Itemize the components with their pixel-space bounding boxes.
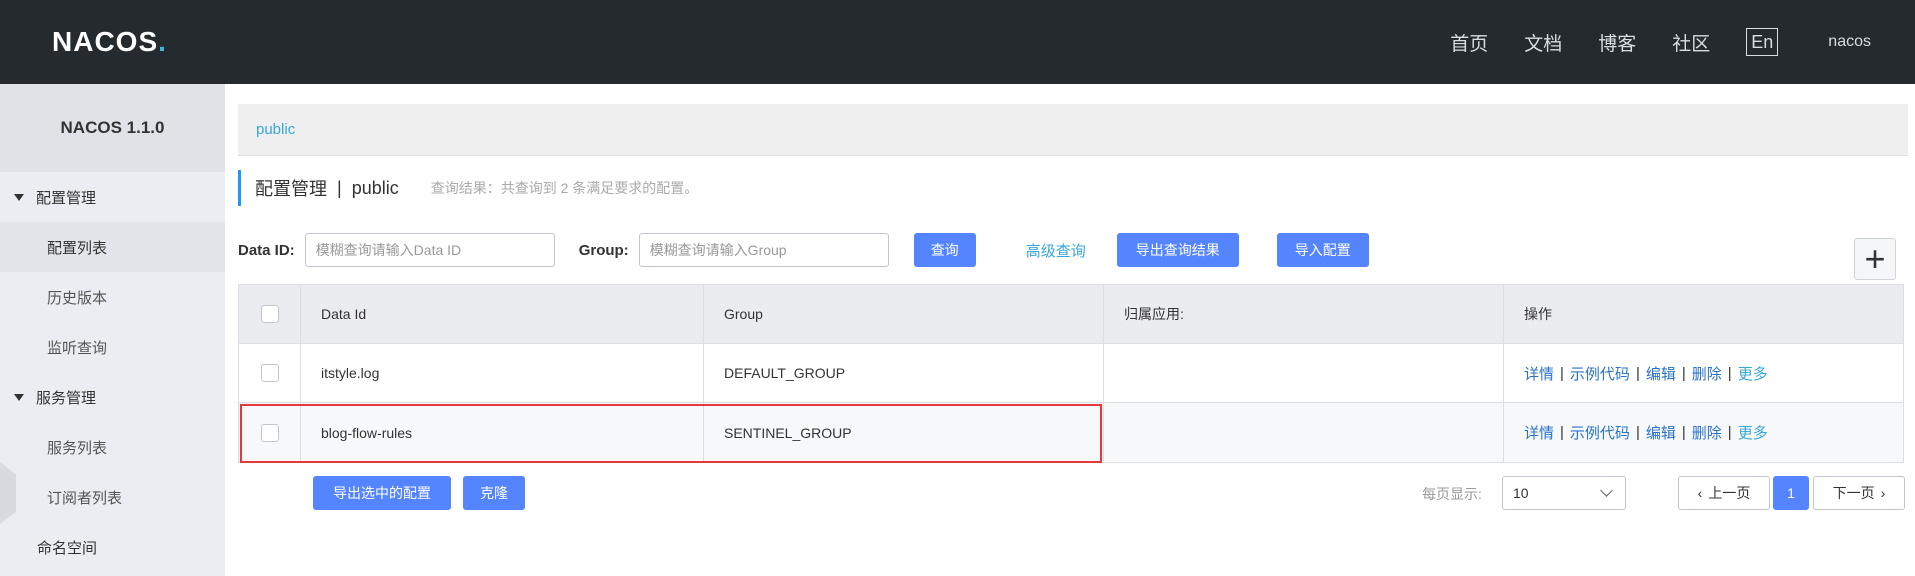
more-link[interactable]: 更多 (1738, 422, 1768, 443)
caret-down-icon (14, 193, 24, 201)
edit-link[interactable]: 编辑 (1646, 422, 1676, 443)
details-link[interactable]: 详情 (1524, 363, 1554, 384)
table-header: Data Id Group 归属应用: 操作 (239, 285, 1903, 344)
cell-data-id: blog-flow-rules (301, 403, 704, 462)
next-page-button[interactable]: 下一页 › (1813, 476, 1905, 510)
page-1-button[interactable]: 1 (1773, 476, 1809, 510)
page-size-select[interactable]: 10 (1502, 476, 1626, 510)
sidebar-item-namespace[interactable]: 命名空间 (0, 522, 225, 572)
sidebar-group-config[interactable]: 配置管理 (0, 172, 225, 222)
nav-blog[interactable]: 博客 (1598, 29, 1636, 56)
top-header: NACOS. 首页 文档 博客 社区 En nacos (0, 0, 1915, 84)
logo-dot: . (158, 26, 167, 57)
more-link[interactable]: 更多 (1738, 363, 1768, 384)
sidebar: NACOS 1.1.0 配置管理 配置列表 历史版本 监听查询 服务管理 服务列… (0, 84, 225, 576)
delete-link[interactable]: 删除 (1692, 422, 1722, 443)
chevron-down-icon (1600, 484, 1613, 497)
chevron-right-icon: › (1880, 485, 1886, 501)
row-checkbox-cell (239, 403, 301, 462)
sidebar-group-label: 服务管理 (36, 389, 97, 407)
import-config-button[interactable]: 导入配置 (1276, 233, 1369, 267)
query-button[interactable]: 查询 (913, 233, 976, 267)
nav-community[interactable]: 社区 (1672, 29, 1710, 56)
sidebar-item-service-list[interactable]: 服务列表 (0, 422, 225, 472)
edit-link[interactable]: 编辑 (1646, 363, 1676, 384)
row-checkbox[interactable] (260, 364, 279, 382)
cell-app (1104, 344, 1504, 402)
chevron-left-icon: ‹ (1697, 485, 1703, 501)
nav-home[interactable]: 首页 (1450, 29, 1488, 56)
table-row: blog-flow-rules SENTINEL_GROUP 详情 | 示例代码 | 编… (239, 403, 1903, 462)
details-link[interactable]: 详情 (1524, 422, 1554, 443)
query-result-text: 查询结果：共查询到 2 条满足要求的配置。 (430, 180, 699, 196)
namespace-tab-public[interactable]: public (256, 121, 295, 138)
column-header-app: 归属应用: (1104, 285, 1504, 343)
cell-app (1104, 403, 1504, 462)
column-header-ops: 操作 (1524, 306, 1552, 322)
config-table: Data Id Group 归属应用: 操作 itstyle.log DEFAU… (238, 284, 1904, 463)
sidebar-item-listener[interactable]: 监听查询 (0, 322, 225, 372)
page-title-namespace: public (351, 177, 399, 198)
page-title-separator: | (337, 177, 342, 198)
cell-data-id: itstyle.log (301, 344, 704, 402)
header-checkbox-cell (239, 285, 301, 343)
page-title-text: 配置管理 (255, 179, 327, 199)
page-size-value: 10 (1513, 485, 1529, 501)
select-all-checkbox[interactable] (260, 305, 279, 323)
column-header-data-id: Data Id (301, 285, 704, 343)
nav-docs[interactable]: 文档 (1524, 29, 1562, 56)
cell-ops: 详情 | 示例代码 | 编辑 | 删除 | 更多 (1524, 363, 1768, 384)
caret-down-icon (14, 393, 24, 401)
export-results-button[interactable]: 导出查询结果 (1116, 233, 1239, 267)
add-config-button[interactable]: + (1854, 238, 1896, 280)
namespace-bar: public (238, 104, 1908, 156)
filter-row: Data ID: 模糊查询请输入Data ID Group: 模糊查询请输入Gr… (238, 232, 1908, 268)
data-id-label: Data ID: (238, 241, 295, 259)
export-selected-button[interactable]: 导出选中的配置 (313, 476, 451, 510)
sidebar-item-history[interactable]: 历史版本 (0, 272, 225, 322)
page-title: 配置管理 | public 查询结果：共查询到 2 条满足要求的配置。 (238, 170, 698, 206)
page-size-label: 每页显示: (1422, 486, 1482, 502)
sidebar-item-config-list[interactable]: 配置列表 (0, 222, 225, 272)
clone-button[interactable]: 克隆 (463, 476, 525, 510)
advanced-query-link[interactable]: 高级查询 (1026, 240, 1086, 261)
main-content: public 配置管理 | public 查询结果：共查询到 2 条满足要求的配… (238, 84, 1908, 576)
cell-ops: 详情 | 示例代码 | 编辑 | 删除 | 更多 (1524, 422, 1768, 443)
delete-link[interactable]: 删除 (1692, 363, 1722, 384)
row-checkbox[interactable] (260, 423, 279, 442)
sample-code-link[interactable]: 示例代码 (1570, 422, 1630, 443)
sidebar-item-subscribers[interactable]: 订阅者列表 (0, 472, 225, 522)
bottom-actions: 导出选中的配置 克隆 每页显示: 10 ‹ 上一页 1 下一页 › (238, 476, 1905, 512)
version-label: NACOS 1.1.0 (0, 84, 225, 172)
cell-group: DEFAULT_GROUP (704, 344, 1104, 402)
sidebar-group-service[interactable]: 服务管理 (0, 372, 225, 422)
top-nav: 首页 文档 博客 社区 En nacos (1450, 0, 1915, 84)
user-name[interactable]: nacos (1828, 33, 1871, 51)
row-checkbox-cell (239, 344, 301, 402)
column-header-group: Group (704, 285, 1104, 343)
language-toggle-button[interactable]: En (1746, 28, 1779, 56)
cell-group: SENTINEL_GROUP (704, 403, 1104, 462)
nacos-logo[interactable]: NACOS. (52, 22, 167, 62)
data-id-input[interactable]: 模糊查询请输入Data ID (304, 233, 555, 267)
sidebar-group-label: 配置管理 (36, 189, 97, 207)
sample-code-link[interactable]: 示例代码 (1570, 363, 1630, 384)
group-label: Group: (578, 241, 629, 259)
logo-text: NACOS (52, 26, 159, 57)
group-input[interactable]: 模糊查询请输入Group (638, 233, 889, 267)
prev-page-button[interactable]: ‹ 上一页 (1678, 476, 1770, 510)
table-row: itstyle.log DEFAULT_GROUP 详情 | 示例代码 | 编辑 | 删除 |… (239, 344, 1903, 403)
